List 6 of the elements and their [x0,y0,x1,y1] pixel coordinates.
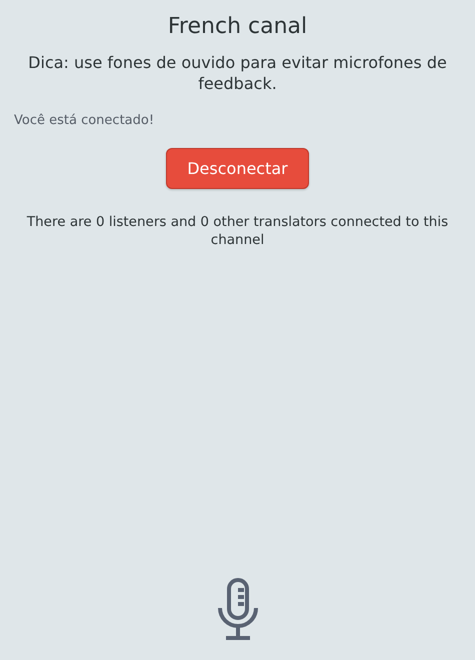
tip-text: Dica: use fones de ouvido para evitar microfones de feedback. [27,53,448,95]
disconnect-button[interactable]: Desconectar [166,148,309,189]
channel-title: French canal [168,14,308,39]
microphone-icon[interactable] [218,578,258,640]
status-text: Você está conectado! [14,112,154,128]
listeners-info: There are 0 listeners and 0 other translators connected to this channel [26,212,450,250]
